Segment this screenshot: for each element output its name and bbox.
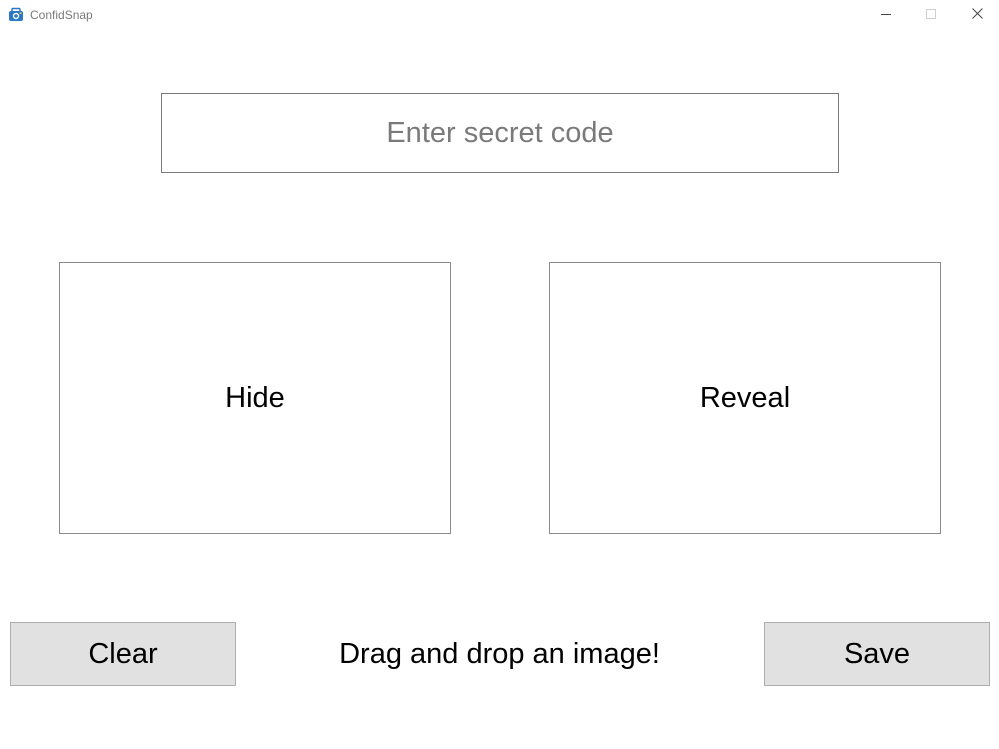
reveal-label: Reveal — [699, 381, 791, 414]
save-label: Save — [843, 637, 911, 670]
title-bar: ConfidSnap — [0, 0, 999, 30]
drop-hint: Drag and drop an image! — [250, 622, 749, 686]
close-button[interactable] — [954, 0, 999, 30]
secret-code-input[interactable] — [161, 93, 839, 173]
hide-button[interactable]: Hide — [59, 262, 451, 534]
clear-label: Clear — [88, 637, 158, 670]
camera-lock-icon — [8, 7, 24, 23]
save-button[interactable]: Save — [764, 622, 990, 686]
app-window: ConfidSnap Hide Reveal Clear — [0, 0, 999, 749]
hide-label: Hide — [225, 381, 285, 414]
clear-button[interactable]: Clear — [10, 622, 236, 686]
minimize-button[interactable] — [863, 0, 909, 30]
maximize-icon — [926, 6, 936, 24]
maximize-button[interactable] — [908, 0, 954, 30]
drop-hint-text: Drag and drop an image! — [339, 637, 660, 670]
app-title: ConfidSnap — [30, 8, 93, 22]
close-icon — [971, 6, 983, 24]
reveal-button[interactable]: Reveal — [549, 262, 941, 534]
minimize-icon — [881, 6, 891, 24]
